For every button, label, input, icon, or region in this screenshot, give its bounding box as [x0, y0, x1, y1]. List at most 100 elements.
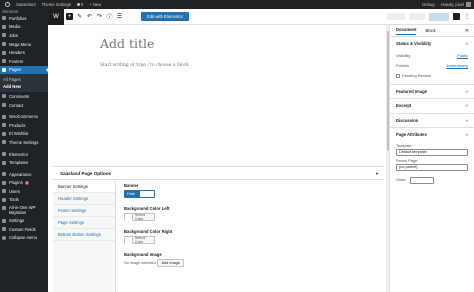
block-navigation-icon[interactable]: ☰ — [116, 13, 123, 20]
sidebar-item-pages[interactable]: Pages — [0, 65, 48, 75]
sidebar-item-all-in-one-migration[interactable]: All-in-One WP Migration — [0, 204, 48, 216]
submenu-all-pages[interactable]: All Pages — [0, 76, 48, 83]
info-icon[interactable]: ⓘ — [106, 13, 113, 21]
edit-tools-icon[interactable]: ✎ — [76, 13, 83, 20]
post-title-input[interactable]: Add title — [100, 36, 154, 51]
publish-button[interactable] — [429, 12, 449, 21]
sidebar-item-settings[interactable]: Settings — [0, 216, 48, 225]
publish-date-toggle[interactable]: Immediately — [446, 63, 468, 68]
comment-icon — [76, 3, 80, 6]
order-input[interactable] — [409, 176, 434, 184]
appearance-icon — [2, 172, 6, 177]
undo-icon[interactable]: ↶ — [86, 13, 93, 20]
status-visibility-header[interactable]: Status & Visibility ˄ — [396, 37, 468, 51]
sidebar-item-templates[interactable]: Templates — [0, 158, 48, 167]
page-attributes-header[interactable]: Page Attributes ˄ — [396, 128, 468, 142]
checkbox-icon — [396, 73, 400, 78]
bg-color-left-picker[interactable]: Select Color — [124, 213, 155, 221]
sidebar-item-footers[interactable]: Footers — [0, 57, 48, 66]
tab-page-settings[interactable]: Page Settings — [53, 217, 115, 229]
tab-footer-settings[interactable]: Footer Settings — [53, 205, 115, 217]
sidebar-item-comments[interactable]: Comments — [0, 92, 48, 101]
sidebar-item-contact[interactable]: Contact — [0, 101, 48, 110]
wordpress-w-icon[interactable]: W — [48, 8, 64, 25]
banner-label: Banner — [124, 183, 139, 188]
sidebar-item-mega-menu[interactable]: Mega Menu — [0, 40, 48, 49]
sidebar-item-woocommerce[interactable]: WooCommerce — [0, 112, 48, 121]
close-icon[interactable]: ✕ — [465, 28, 469, 34]
chevron-up-icon: ˄ — [465, 41, 468, 47]
plugins-icon — [2, 180, 6, 185]
jobs-icon — [2, 33, 6, 38]
sidebar-item-theme-settings[interactable]: Theme Settings — [0, 138, 48, 147]
submenu-add-new[interactable]: Add New — [0, 83, 48, 90]
sidebar-item-plugins[interactable]: Plugins 6 — [0, 179, 48, 188]
pending-review-checkbox[interactable]: Pending Review — [396, 71, 468, 81]
admin-bar-comments[interactable]: 0 — [74, 0, 86, 9]
portfolio-icon — [2, 16, 6, 21]
redo-icon[interactable]: ↷ — [96, 13, 103, 20]
sidebar-item-jobs[interactable]: Jobs — [0, 31, 48, 40]
sidebar-item-custom-fields[interactable]: Custom Fields — [0, 225, 48, 234]
chevron-down-icon: ˅ — [465, 88, 468, 94]
sidebar-item-headers[interactable]: Headers — [0, 48, 48, 57]
parent-page-select[interactable]: (no parent) — [396, 163, 468, 171]
tab-header-settings[interactable]: Header Settings — [53, 193, 115, 205]
add-block-icon[interactable]: + — [66, 13, 73, 20]
tab-bottom-button-settings[interactable]: Bottom Button Settings — [53, 229, 115, 241]
tab-banner-settings[interactable]: Banner Settings — [53, 181, 115, 193]
save-draft-button[interactable] — [387, 13, 405, 20]
pages-icon — [2, 67, 6, 72]
preview-button[interactable] — [409, 13, 425, 20]
sidebar-item-portfolios[interactable]: Portfolios — [0, 14, 48, 23]
sidebar-item-tools[interactable]: Tools — [0, 196, 48, 205]
sidebar-item-products[interactable]: Products — [0, 121, 48, 130]
wishlist-icon — [2, 131, 6, 136]
color-swatch — [125, 213, 133, 221]
sidebar-item-appearance[interactable]: Appearance — [0, 170, 48, 179]
tools-icon — [2, 197, 6, 202]
page-options-metabox: Saasland Page Options ▾ Banner Settings … — [53, 166, 384, 292]
settings-gear-icon[interactable] — [453, 13, 460, 20]
discussion-panel[interactable]: Discussion ˅ — [390, 114, 474, 128]
metabox-header[interactable]: Saasland Page Options ▾ — [53, 167, 384, 180]
chevron-down-icon: ˅ — [465, 103, 468, 109]
color-swatch — [125, 236, 133, 244]
visibility-toggle[interactable]: Public — [457, 53, 468, 58]
bg-color-left-label: Background Color Left — [124, 206, 170, 211]
woocommerce-icon — [2, 114, 6, 119]
block-appender[interactable]: Start writing or type / to choose a bloc… — [100, 63, 189, 68]
sidebar-item-collapse-menu[interactable]: Collapse menu — [0, 233, 48, 242]
plugins-update-badge: 6 — [24, 180, 29, 185]
bg-image-row: No image selected Add Image — [124, 259, 374, 267]
admin-bar-new[interactable]: + New — [86, 0, 104, 9]
page-attributes-panel: Page Attributes ˄ Template: Default templ… — [390, 128, 474, 184]
comments-icon — [2, 94, 6, 99]
admin-bar-site-name[interactable]: Sasseland — [13, 0, 39, 9]
sidebar-item-users[interactable]: Users — [0, 187, 48, 196]
excerpt-panel[interactable]: Excerpt ˅ — [390, 99, 474, 114]
sidebar-item-el-wishlist[interactable]: El Wishlist — [0, 130, 48, 139]
template-select[interactable]: Default template — [396, 148, 468, 156]
parent-page-label: Parent Page: — [396, 158, 419, 163]
banner-toggle[interactable]: Hide — [124, 190, 155, 198]
featured-image-panel[interactable]: Featured Image ˅ — [390, 85, 474, 99]
sidebar-item-elementor[interactable]: Elementor — [0, 150, 48, 159]
settings-tabs: Document Block ✕ — [390, 25, 474, 37]
products-icon — [2, 123, 6, 128]
custom-fields-icon — [2, 227, 6, 232]
template-label: Template: — [396, 143, 413, 148]
order-row: Order — [396, 176, 468, 184]
caret-down-icon[interactable]: ▾ — [376, 171, 378, 176]
migration-icon — [2, 205, 6, 210]
add-image-button[interactable]: Add Image — [157, 259, 184, 267]
tab-block[interactable]: Block — [425, 28, 435, 33]
tab-document[interactable]: Document — [396, 27, 417, 35]
wordpress-logo-icon[interactable] — [0, 0, 13, 9]
sidebar-item-media[interactable]: Media — [0, 23, 48, 32]
more-options-icon[interactable]: ⋮ — [464, 13, 470, 20]
headers-icon — [2, 50, 6, 55]
editor-header: W + ✎ ↶ ↷ ⓘ ☰ Edit with Elementor ⋮ — [48, 8, 474, 25]
bg-color-right-picker[interactable]: Select Color — [124, 236, 155, 244]
edit-with-elementor-button[interactable]: Edit with Elementor — [141, 12, 190, 21]
